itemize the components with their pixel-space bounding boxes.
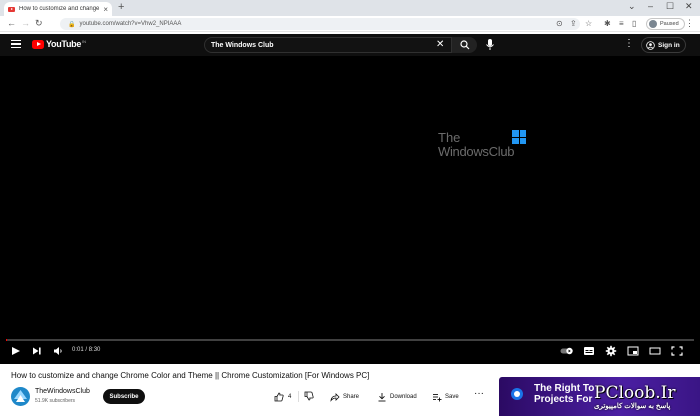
- side-panel-icon[interactable]: ▯: [632, 19, 636, 28]
- settings-gear-icon[interactable]: [605, 344, 617, 358]
- youtube-logo[interactable]: YouTube IN: [32, 39, 86, 49]
- like-button[interactable]: 4: [268, 389, 325, 404]
- search-input[interactable]: The Windows Club: [205, 42, 475, 49]
- profile-button[interactable]: Paused: [646, 18, 685, 30]
- sign-in-button[interactable]: Sign in: [641, 37, 686, 53]
- ad-headline: The Right To Projects For: [534, 383, 594, 405]
- tab-title: How to customize and change C: [19, 6, 101, 12]
- youtube-play-icon: [32, 39, 44, 49]
- more-actions-button[interactable]: ···: [474, 388, 484, 399]
- play-icon[interactable]: [10, 344, 21, 358]
- duration: 8:30: [88, 347, 101, 353]
- new-tab-button[interactable]: +: [118, 1, 124, 13]
- search-icon: [459, 40, 469, 50]
- search-box[interactable]: The Windows Club ✕: [204, 37, 477, 53]
- watermark-line2: WindowsClub: [438, 144, 515, 159]
- ad-line2: Projects For: [534, 394, 593, 405]
- clear-search-icon[interactable]: ✕: [436, 39, 444, 50]
- video-player[interactable]: The WindowsClub 0:01 / 8:30: [0, 56, 700, 364]
- autoplay-toggle[interactable]: [560, 344, 574, 358]
- youtube-masthead: YouTube IN The Windows Club ✕ ⋮ Sign in: [0, 34, 700, 56]
- share-label: Share: [343, 393, 360, 400]
- account-circle-icon: [646, 40, 655, 50]
- share-button[interactable]: Share: [330, 389, 360, 404]
- time-display: 0:01 / 8:30: [72, 347, 100, 353]
- time-separator: /: [85, 347, 88, 353]
- next-video-icon[interactable]: [31, 344, 42, 358]
- video-watermark: The WindowsClub: [438, 130, 530, 166]
- hamburger-menu-icon[interactable]: [11, 40, 21, 49]
- miniplayer-icon[interactable]: [627, 344, 639, 358]
- extensions-puzzle-icon[interactable]: ✱: [604, 19, 611, 28]
- browser-menu-icon[interactable]: ⋮: [685, 18, 694, 29]
- theater-mode-icon[interactable]: [649, 344, 661, 358]
- like-divider: [298, 391, 299, 402]
- save-label: Save: [445, 393, 459, 400]
- volume-icon[interactable]: [53, 344, 64, 358]
- subscriber-count: 51.9K subscribers: [35, 398, 76, 404]
- reading-list-icon[interactable]: ≡: [619, 19, 624, 28]
- tab-close-icon[interactable]: ×: [103, 5, 108, 14]
- ad-line1: The Right To: [534, 383, 595, 394]
- google-lens-icon[interactable]: ⊙: [556, 19, 563, 28]
- close-window-button[interactable]: ✕: [685, 1, 693, 12]
- subtitles-icon[interactable]: [583, 344, 595, 358]
- minimize-button[interactable]: –: [648, 1, 653, 11]
- bookmark-star-icon[interactable]: ☆: [585, 19, 592, 28]
- download-label: Download: [390, 393, 417, 400]
- ad-brand-icon: [511, 388, 523, 400]
- youtube-favicon-icon: [8, 6, 15, 12]
- download-icon: [378, 392, 386, 401]
- reload-icon[interactable]: ↻: [35, 18, 43, 29]
- windows-logo-icon: [512, 130, 526, 144]
- profile-avatar-icon: [649, 20, 657, 28]
- browser-tab[interactable]: How to customize and change C ×: [4, 2, 112, 16]
- share-arrow-icon: [330, 392, 340, 402]
- address-bar[interactable]: 🔒 youtube.com/watch?v=Vhw2_NPIAAA: [60, 18, 580, 30]
- maximize-button[interactable]: ☐: [666, 1, 674, 12]
- search-button[interactable]: [451, 37, 477, 53]
- subscribe-button[interactable]: Subscribe: [103, 389, 145, 404]
- progress-fill: [6, 339, 8, 341]
- save-playlist-icon: [433, 393, 442, 401]
- download-button[interactable]: Download: [377, 389, 417, 404]
- profile-status: Paused: [660, 21, 679, 27]
- thumbs-up-icon: [274, 392, 284, 401]
- sign-in-label: Sign in: [658, 41, 680, 49]
- back-arrow-icon[interactable]: ←: [7, 18, 16, 28]
- progress-bar[interactable]: [6, 339, 694, 341]
- url-text: youtube.com/watch?v=Vhw2_NPIAAA: [79, 21, 182, 27]
- watermark-line1: The: [438, 130, 461, 145]
- lock-icon[interactable]: 🔒: [68, 21, 75, 28]
- site-watermark-subtitle: پاسخ به سوالات کامپیوتری: [594, 403, 671, 410]
- youtube-wordmark: YouTube: [46, 39, 82, 49]
- like-count: 4: [288, 393, 292, 400]
- video-title: How to customize and change Chrome Color…: [11, 371, 370, 380]
- youtube-settings-menu-icon[interactable]: ⋮: [624, 38, 634, 49]
- browser-toolbar: ← → ↻ 🔒 youtube.com/watch?v=Vhw2_NPIAAA …: [0, 16, 700, 32]
- thumbs-down-icon[interactable]: [304, 391, 314, 401]
- channel-name[interactable]: TheWindowsClub: [35, 388, 90, 395]
- channel-logo-icon: [14, 390, 27, 402]
- save-button[interactable]: Save: [432, 389, 459, 404]
- share-page-icon[interactable]: ⇪: [570, 19, 577, 28]
- browser-tab-strip: How to customize and change C × + ⌄ – ☐ …: [0, 0, 700, 16]
- microphone-icon[interactable]: [485, 38, 495, 52]
- current-time: 0:01: [72, 347, 84, 353]
- site-watermark: PCloob.Ir: [594, 383, 676, 403]
- tab-search-icon[interactable]: ⌄: [628, 1, 636, 12]
- country-code: IN: [82, 38, 87, 44]
- forward-arrow-icon[interactable]: →: [21, 18, 30, 28]
- channel-avatar[interactable]: [11, 387, 30, 406]
- fullscreen-icon[interactable]: [671, 344, 683, 358]
